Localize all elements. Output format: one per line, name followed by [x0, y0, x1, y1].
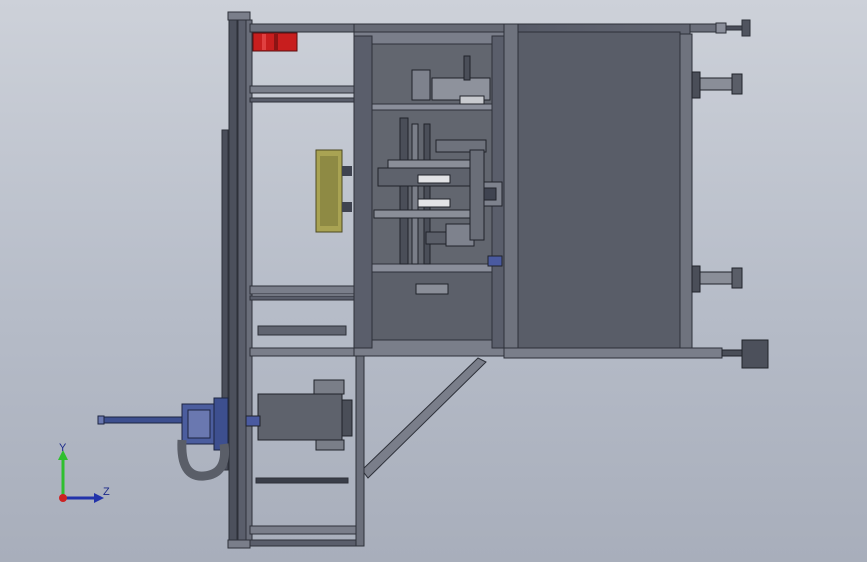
triad-origin: [59, 494, 67, 502]
right-cabinet: [503, 23, 723, 359]
red-cylinder: [252, 32, 298, 52]
machine-assembly-model[interactable]: [0, 0, 867, 562]
diagonal-brace: [355, 355, 487, 547]
left-frame-columns: [221, 11, 253, 549]
cad-graphics-area[interactable]: Y Z: [0, 0, 867, 562]
z-axis-label: Z: [103, 486, 110, 498]
y-axis-label: Y: [59, 442, 67, 454]
left-cross-bars: [249, 85, 363, 547]
leveling-feet: [691, 71, 769, 369]
lower-motor-module: [245, 379, 353, 451]
yellow-fixture: [315, 149, 352, 233]
